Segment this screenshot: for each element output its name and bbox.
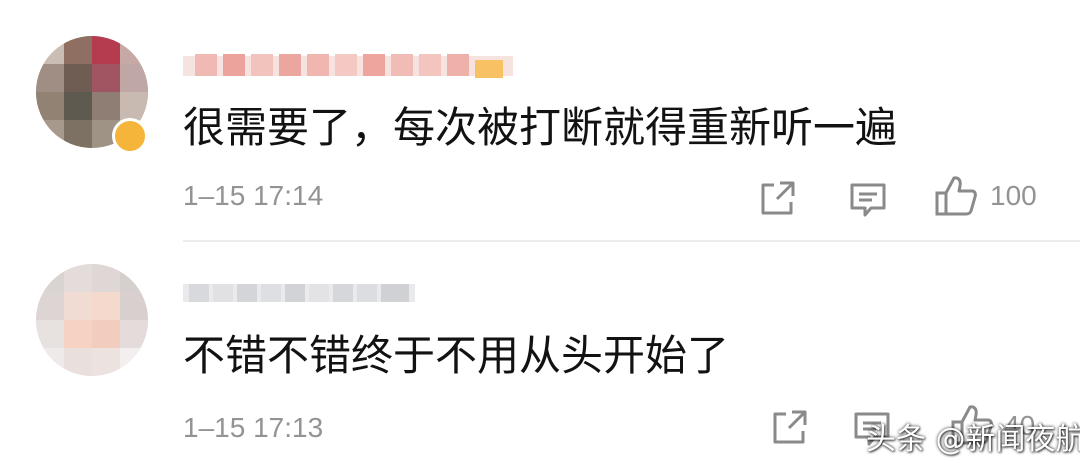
comment-item: 很需要了，每次被打断就得重新听一遍 1–15 17:14 100 — [0, 0, 1080, 240]
like-count: 100 — [990, 180, 1037, 211]
comment-timestamp: 1–15 17:14 — [183, 180, 324, 211]
share-button[interactable] — [758, 178, 798, 218]
watermark-text: 头条 @新闻夜航 — [866, 422, 1080, 457]
share-icon — [761, 181, 795, 215]
thumbs-up-icon — [935, 176, 977, 216]
avatar[interactable] — [36, 264, 148, 376]
comment-icon — [850, 183, 886, 217]
like-button[interactable] — [934, 174, 978, 218]
comment-text: 不错不错终于不用从头开始了 — [183, 331, 730, 380]
comment-timestamp: 1–15 17:13 — [183, 412, 324, 443]
avatar-image — [36, 264, 148, 376]
vip-badge-icon — [112, 118, 148, 154]
share-icon — [773, 410, 807, 444]
username-pixelated — [183, 284, 415, 302]
username-redacted[interactable] — [183, 278, 415, 308]
username-pixelated — [183, 54, 513, 78]
share-button[interactable] — [770, 407, 810, 447]
username-redacted[interactable] — [183, 50, 513, 80]
reply-button[interactable] — [848, 180, 888, 220]
comment-text: 很需要了，每次被打断就得重新听一遍 — [183, 103, 898, 152]
